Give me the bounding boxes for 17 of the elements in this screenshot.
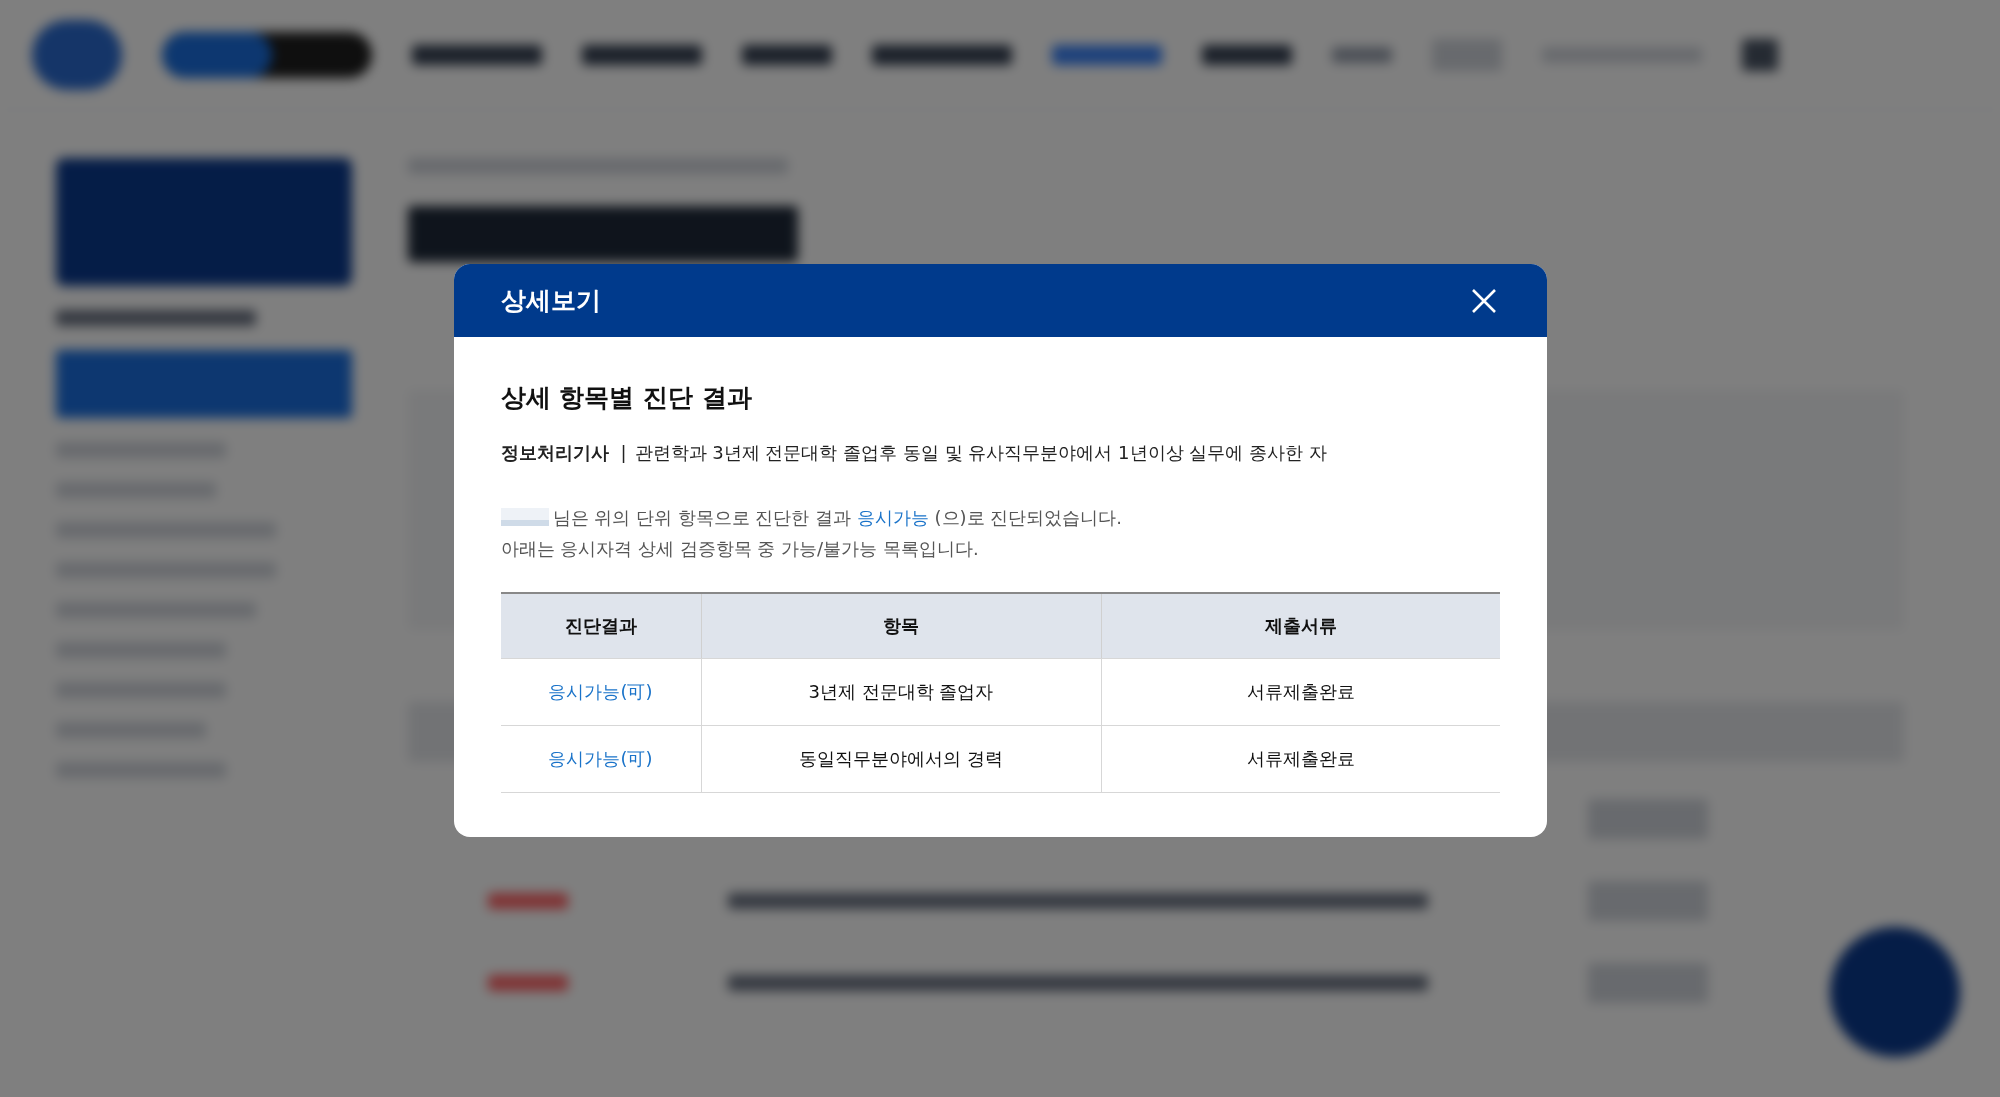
table-cell: 서류제출완료 bbox=[1100, 658, 1500, 725]
modal-title: 상세보기 bbox=[500, 284, 601, 317]
column-header: 항목 bbox=[700, 593, 1101, 658]
qualification-condition: 관련학과 3년제 전문대학 졸업후 동일 및 유사직무분야에서 1년이상 실무에 종사한 자 bbox=[634, 440, 1327, 465]
result-message: 님은 위의 단위 항목으로 진단한 결과 응시가능 (으)로 진단되었습니다. bbox=[552, 505, 1123, 530]
column-header: 진단결과 bbox=[563, 614, 638, 638]
separator-mark: | bbox=[620, 440, 627, 465]
table-cell: 서류제출완료 bbox=[1100, 725, 1500, 792]
table-cell: 3년제 전문대학 졸업자 bbox=[700, 658, 1101, 725]
table-cell: 동일직무분야에서의 경력 bbox=[700, 725, 1101, 792]
table-cell-text: 응시가능(可) bbox=[547, 747, 654, 771]
qualification-name: 정보처리기사 bbox=[500, 440, 609, 465]
close-icon bbox=[1470, 287, 1497, 314]
result-message: 아래는 응시자격 상세 검증항목 중 가능/불가능 목록입니다. bbox=[500, 536, 980, 561]
section-heading: 상세 항목별 진단 결과 bbox=[500, 382, 753, 414]
column-header: 제출서류 bbox=[1100, 593, 1500, 658]
table-cell-text: 응시가능(可) bbox=[547, 680, 654, 704]
